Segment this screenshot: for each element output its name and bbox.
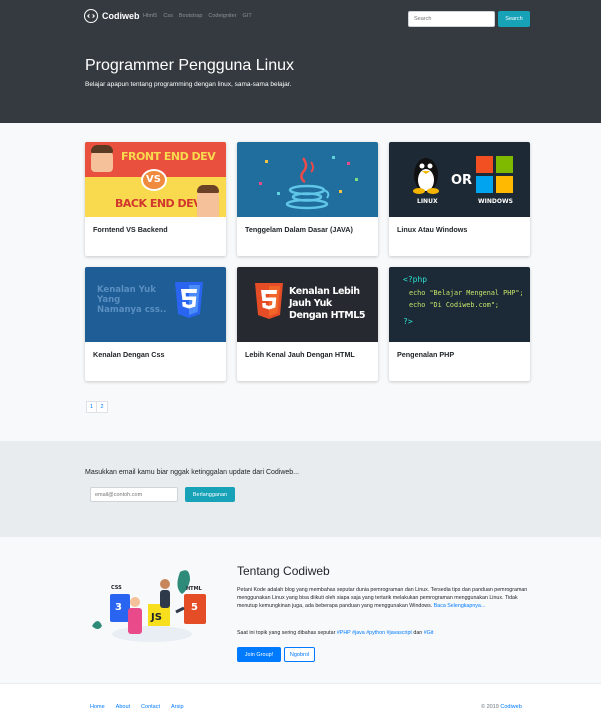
tag-javascript[interactable]: #javascript [387,630,412,636]
article-card[interactable]: Kenalan Yuk Yang Namanya css.. Kenalan D… [85,267,226,381]
hero-subtitle: Belajar apapun tentang programming denga… [85,81,292,88]
card-title[interactable]: Lebih Kenal Jauh Dengan HTML [245,350,370,359]
windows-logo-icon [476,156,513,193]
about-description: Petani Kode adalah blog yang membahas se… [237,587,528,610]
nav-link-codeigniter[interactable]: Codeigniter [208,13,236,19]
page-link-1[interactable]: 1 [86,401,97,413]
brand-name: Codiweb [102,11,140,21]
css3-icon [175,282,203,318]
thumb-code-line: <?php [403,275,428,284]
email-field[interactable] [90,487,178,502]
hero-jumbotron: Programmer Pengguna Linux Belajar apapun… [0,32,601,123]
footer: Home About Contact Arsip © 2019 Codiweb [0,683,601,711]
coding-illustration: CSS 3 JS HTML 5 [90,564,220,649]
nav-link-bootstrap[interactable]: Bootstrap [179,13,203,19]
pagination: 1 2 [86,401,108,413]
tag-php[interactable]: #PHP [337,630,351,636]
page-link-2[interactable]: 2 [97,401,108,413]
article-card[interactable]: Tenggelam Dalam Dasar (JAVA) [237,142,378,256]
illus-label-html: HTML [186,586,202,592]
card-title[interactable]: Pengenalan PHP [397,350,522,359]
footer-link-archive[interactable]: Arsip [171,704,184,710]
illus-label-css: CSS [111,585,122,591]
nav-link-git[interactable]: GIT [243,13,252,19]
thumb-text-or: OR [451,173,473,188]
nav-link-css[interactable]: Css [163,13,172,19]
brand[interactable]: Codiweb [84,9,140,23]
footer-link-home[interactable]: Home [90,704,105,710]
card-title[interactable]: Kenalan Dengan Css [93,350,218,359]
search-button[interactable]: Search [498,11,530,27]
thumb-text-top: FRONT END DEV [121,150,216,163]
footer-link-contact[interactable]: Contact [141,704,160,710]
card-thumbnail: FRONT END DEV VS BACK END DEV [85,142,226,217]
thumb-text-vs: VS [146,174,161,185]
card-thumbnail: <?php echo "Belajar Mengenal PHP"; echo … [389,267,530,342]
card-title[interactable]: Forntend VS Backend [93,225,218,234]
thumb-text: Kenalan Yuk Yang Namanya css.. [97,285,167,315]
navbar: Codiweb Html5 Css Bootstrap Codeigniter … [0,0,601,32]
card-thumbnail: Kenalan Yuk Yang Namanya css.. [85,267,226,342]
illus-label-js: JS [151,612,162,623]
java-cup-icon [259,156,358,210]
thumb-code-line: echo "Di Codiweb.com"; [409,301,500,309]
card-thumbnail: LINUX OR WINDOWS [389,142,530,217]
footer-links: Home About Contact Arsip [90,704,195,710]
card-title[interactable]: Linux Atau Windows [397,225,522,234]
newsletter-section: Masukkan email kamu biar nggak ketinggal… [0,441,601,537]
topic-tags: Saat ini topik yang sering dibahas seput… [237,630,434,636]
thumb-text-linux: LINUX [417,198,438,205]
thumb-text-windows: WINDOWS [478,198,513,205]
codiweb-logo-icon [84,9,98,23]
article-list: FRONT END DEV VS BACK END DEV Forntend V… [0,123,601,441]
card-thumbnail [237,142,378,217]
copyright-brand-link[interactable]: Codiweb [500,704,521,710]
hero-title: Programmer Pengguna Linux [85,57,295,74]
subscribe-button[interactable]: Berlangganan [185,487,235,502]
card-title[interactable]: Tenggelam Dalam Dasar (JAVA) [245,225,370,234]
article-card[interactable]: FRONT END DEV VS BACK END DEV Forntend V… [85,142,226,256]
article-card[interactable]: LINUX OR WINDOWS Linux Atau Windows [389,142,530,256]
thumb-text-bottom: BACK END DEV [115,197,202,210]
tag-git[interactable]: #Git [424,630,434,636]
thumb-text: Kenalan Lebih Jauh Yuk Dengan HTML5 [289,286,366,321]
thumb-code-line: ?> [403,317,413,326]
card-thumbnail: Kenalan Lebih Jauh Yuk Dengan HTML5 [237,267,378,342]
newsletter-text: Masukkan email kamu biar nggak ketinggal… [85,469,300,476]
article-card[interactable]: <?php echo "Belajar Mengenal PHP"; echo … [389,267,530,381]
tag-python[interactable]: #python [366,630,385,636]
nav-links: Html5 Css Bootstrap Codeigniter GIT [143,13,258,19]
nav-link-html5[interactable]: Html5 [143,13,157,19]
about-title: Tentang Codiweb [237,564,330,578]
thumb-code-line: echo "Belajar Mengenal PHP"; [409,289,524,297]
read-more-link[interactable]: Baca Selengkapnya... [434,603,486,609]
about-section: CSS 3 JS HTML 5 Tentang Codiweb Petani K… [0,537,601,683]
chat-button[interactable]: Ngobrol [284,647,315,662]
html5-icon [255,283,283,319]
search-input[interactable] [408,11,495,27]
copyright: © 2019 Codiweb [481,704,522,710]
footer-link-about[interactable]: About [116,704,130,710]
article-card[interactable]: Kenalan Lebih Jauh Yuk Dengan HTML5 Lebi… [237,267,378,381]
tag-java[interactable]: #java [352,630,365,636]
join-group-button[interactable]: Join Group! [237,647,281,662]
